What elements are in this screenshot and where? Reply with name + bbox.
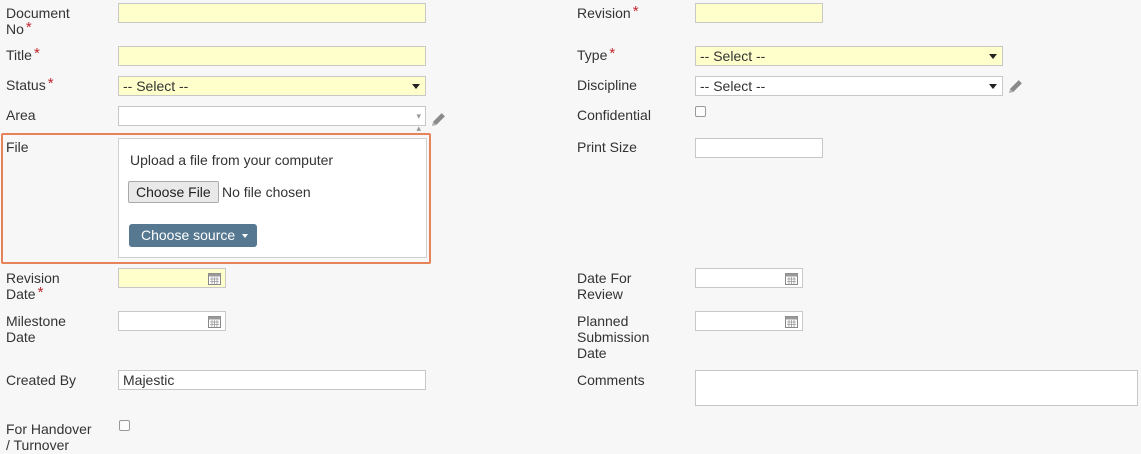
comments-label: Comments xyxy=(577,372,645,388)
type-label: Type * xyxy=(577,45,616,64)
upload-instruction: Upload a file from your computer xyxy=(130,152,334,168)
revision-date-input[interactable] xyxy=(118,268,226,288)
document-no-label: Document No * xyxy=(6,5,70,37)
chevron-down-icon[interactable]: ▾ ▴ xyxy=(416,110,421,134)
created-by-label: Created By xyxy=(6,372,77,388)
required-marker: * xyxy=(609,45,616,62)
discipline-select-value: -- Select -- xyxy=(700,78,766,94)
document-no-input[interactable] xyxy=(118,3,426,23)
print-size-input[interactable] xyxy=(695,138,823,158)
calendar-icon[interactable] xyxy=(208,272,221,285)
title-label: Title * xyxy=(6,45,40,64)
handover-label: For Handover / Turnover xyxy=(6,421,92,453)
date-for-review-input[interactable] xyxy=(695,268,803,288)
calendar-icon[interactable] xyxy=(785,272,798,285)
milestone-date-input[interactable] xyxy=(118,311,226,331)
status-select-value: -- Select -- xyxy=(123,78,189,94)
revision-label: Revision * xyxy=(577,3,639,22)
type-select[interactable]: -- Select -- xyxy=(695,46,1003,66)
comments-textarea[interactable] xyxy=(695,370,1138,406)
chevron-down-icon xyxy=(989,84,997,89)
discipline-label: Discipline xyxy=(577,77,637,93)
required-marker: * xyxy=(632,3,639,20)
revision-date-label: Revision Date * xyxy=(6,270,60,302)
confidential-label: Confidential xyxy=(577,107,651,123)
status-label: Status * xyxy=(6,75,54,94)
caret-down-icon xyxy=(242,234,248,238)
pencil-icon[interactable] xyxy=(430,111,447,128)
area-combobox[interactable]: ▾ ▴ xyxy=(118,106,426,133)
no-file-chosen-text: No file chosen xyxy=(222,184,311,200)
chevron-down-icon xyxy=(989,54,997,59)
calendar-icon[interactable] xyxy=(785,315,798,328)
choose-source-button[interactable]: Choose source xyxy=(129,224,257,247)
area-label: Area xyxy=(6,107,36,123)
chevron-down-icon xyxy=(412,84,420,89)
status-select[interactable]: -- Select -- xyxy=(118,76,426,96)
confidential-checkbox[interactable] xyxy=(695,106,706,117)
choose-file-button[interactable]: Choose File xyxy=(128,181,219,203)
file-upload-panel: Upload a file from your computer Choose … xyxy=(118,138,427,258)
handover-checkbox[interactable] xyxy=(119,420,130,431)
required-marker: * xyxy=(33,45,40,62)
revision-input[interactable] xyxy=(695,3,823,23)
created-by-input[interactable] xyxy=(118,370,426,390)
required-marker: * xyxy=(47,75,54,92)
required-marker: * xyxy=(37,284,44,301)
milestone-date-label: Milestone Date xyxy=(6,313,66,345)
planned-submission-date-input[interactable] xyxy=(695,311,803,331)
pencil-icon[interactable] xyxy=(1007,78,1024,95)
print-size-label: Print Size xyxy=(577,139,637,155)
planned-submission-date-label: Planned Submission Date xyxy=(577,313,650,361)
type-select-value: -- Select -- xyxy=(700,48,766,64)
calendar-icon[interactable] xyxy=(208,315,221,328)
discipline-select[interactable]: -- Select -- xyxy=(695,76,1003,96)
date-for-review-label: Date For Review xyxy=(577,270,632,302)
required-marker: * xyxy=(25,19,32,36)
title-input[interactable] xyxy=(118,46,426,66)
